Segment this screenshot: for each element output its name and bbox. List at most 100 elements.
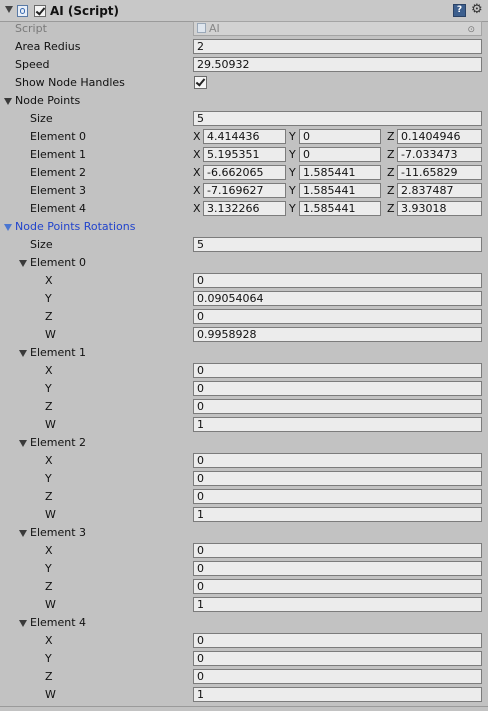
rotation-element-label: Element 0: [30, 256, 87, 269]
rotation-z-field[interactable]: 0: [193, 309, 482, 324]
rotation-w-row: W1: [0, 686, 488, 704]
rotation-z-field[interactable]: 0: [193, 579, 482, 594]
axis-label-y: Y: [289, 166, 296, 179]
axis-label-z: Z: [387, 166, 395, 179]
rotation-w-field[interactable]: 1: [193, 597, 482, 612]
node-point-x-field[interactable]: -7.169627: [203, 183, 286, 198]
rotations-size-field[interactable]: 5: [193, 237, 482, 252]
axis-label-x: X: [193, 130, 201, 143]
rotation-z-field[interactable]: 0: [193, 399, 482, 414]
foldout-arrow-icon[interactable]: [19, 620, 27, 627]
node-point-y-field[interactable]: 1.585441: [299, 201, 381, 216]
node-point-y-field[interactable]: 0: [299, 147, 381, 162]
rotation-w-field[interactable]: 0.9958928: [193, 327, 482, 342]
foldout-arrow-icon[interactable]: [4, 98, 12, 105]
node-point-label: Element 1: [30, 148, 87, 161]
axis-label-z: Z: [387, 202, 395, 215]
node-point-x-field[interactable]: 3.132266: [203, 201, 286, 216]
axis-label-x: X: [193, 166, 201, 179]
rotations-size-row: Size 5: [0, 236, 488, 254]
area-radius-field[interactable]: 2: [193, 39, 482, 54]
script-field[interactable]: AI ⊙: [193, 21, 482, 36]
component-enabled-checkbox[interactable]: [34, 5, 46, 17]
rotation-w-field[interactable]: 1: [193, 417, 482, 432]
rotation-z-field[interactable]: 0: [193, 669, 482, 684]
rotation-x-row: X0: [0, 632, 488, 650]
rotation-x-field[interactable]: 0: [193, 453, 482, 468]
node-point-z-field[interactable]: -11.65829: [397, 165, 482, 180]
rotation-element-foldout[interactable]: Element 0: [0, 254, 488, 272]
axis-label-x: X: [193, 184, 201, 197]
rotation-element-foldout[interactable]: Element 4: [0, 614, 488, 632]
node-point-z-field[interactable]: -7.033473: [397, 147, 482, 162]
gear-icon[interactable]: ⚙: [471, 2, 483, 17]
rotation-w-label: W: [45, 508, 56, 521]
node-points-foldout[interactable]: Node Points: [0, 92, 488, 110]
rotation-y-label: Y: [45, 652, 52, 665]
node-points-rotations-foldout[interactable]: Node Points Rotations: [0, 218, 488, 236]
rotation-z-label: Z: [45, 490, 53, 503]
node-points-size-field[interactable]: 5: [193, 111, 482, 126]
component-foldout-icon[interactable]: [5, 6, 13, 13]
node-point-z-field[interactable]: 0.1404946: [397, 129, 482, 144]
node-point-label: Element 2: [30, 166, 87, 179]
rotation-z-field[interactable]: 0: [193, 489, 482, 504]
foldout-arrow-icon[interactable]: [19, 440, 27, 447]
rotation-w-row: W1: [0, 506, 488, 524]
object-target-icon[interactable]: ⊙: [467, 24, 475, 35]
node-point-x-field[interactable]: 4.414436: [203, 129, 286, 144]
node-point-label: Element 3: [30, 184, 87, 197]
rotation-z-row: Z0: [0, 488, 488, 506]
foldout-arrow-icon[interactable]: [19, 530, 27, 537]
panel-bottom-divider: [0, 706, 488, 707]
rotation-y-field[interactable]: 0: [193, 471, 482, 486]
help-book-icon[interactable]: ?: [453, 4, 466, 17]
foldout-arrow-icon[interactable]: [19, 260, 27, 267]
axis-label-y: Y: [289, 148, 296, 161]
node-point-row: Element 1 X 5.195351 Y 0 Z -7.033473: [0, 146, 488, 164]
axis-label-z: Z: [387, 148, 395, 161]
node-points-label: Node Points: [15, 94, 81, 107]
rotation-z-row: Z0: [0, 308, 488, 326]
rotation-z-row: Z0: [0, 398, 488, 416]
rotation-y-field[interactable]: 0.09054064: [193, 291, 482, 306]
rotation-element-foldout[interactable]: Element 2: [0, 434, 488, 452]
foldout-arrow-icon[interactable]: [19, 350, 27, 357]
rotation-w-field[interactable]: 1: [193, 507, 482, 522]
rotation-z-row: Z0: [0, 578, 488, 596]
rotation-x-label: X: [45, 634, 53, 647]
rotation-x-field[interactable]: 0: [193, 363, 482, 378]
rotation-x-field[interactable]: 0: [193, 543, 482, 558]
rotation-x-label: X: [45, 454, 53, 467]
node-point-y-field[interactable]: 0: [299, 129, 381, 144]
rotation-y-label: Y: [45, 472, 52, 485]
script-row: Script AI ⊙: [0, 20, 488, 38]
component-title: AI (Script): [50, 4, 120, 18]
axis-label-x: X: [193, 148, 201, 161]
node-point-y-field[interactable]: 1.585441: [299, 165, 381, 180]
rotation-x-field[interactable]: 0: [193, 633, 482, 648]
rotation-x-label: X: [45, 274, 53, 287]
node-point-y-field[interactable]: 1.585441: [299, 183, 381, 198]
rotation-x-row: X0: [0, 452, 488, 470]
rotation-y-field[interactable]: 0: [193, 561, 482, 576]
speed-row: Speed 29.50932: [0, 56, 488, 74]
node-point-x-field[interactable]: 5.195351: [203, 147, 286, 162]
node-point-z-field[interactable]: 3.93018: [397, 201, 482, 216]
rotation-y-field[interactable]: 0: [193, 381, 482, 396]
area-radius-row: Area Redius 2: [0, 38, 488, 56]
rotation-y-field[interactable]: 0: [193, 651, 482, 666]
node-point-x-field[interactable]: -6.662065: [203, 165, 286, 180]
rotation-element-foldout[interactable]: Element 1: [0, 344, 488, 362]
script-value: AI: [209, 22, 220, 35]
foldout-arrow-icon[interactable]: [4, 224, 12, 231]
rotation-x-field[interactable]: 0: [193, 273, 482, 288]
show-node-handles-checkbox[interactable]: [194, 76, 207, 89]
rotation-w-field[interactable]: 1: [193, 687, 482, 702]
node-point-row: Element 2 X -6.662065 Y 1.585441 Z -11.65829: [0, 164, 488, 182]
node-point-z-field[interactable]: 2.837487: [397, 183, 482, 198]
node-points-size-label: Size: [30, 112, 53, 125]
rotation-z-row: Z0: [0, 668, 488, 686]
rotation-element-foldout[interactable]: Element 3: [0, 524, 488, 542]
speed-field[interactable]: 29.50932: [193, 57, 482, 72]
